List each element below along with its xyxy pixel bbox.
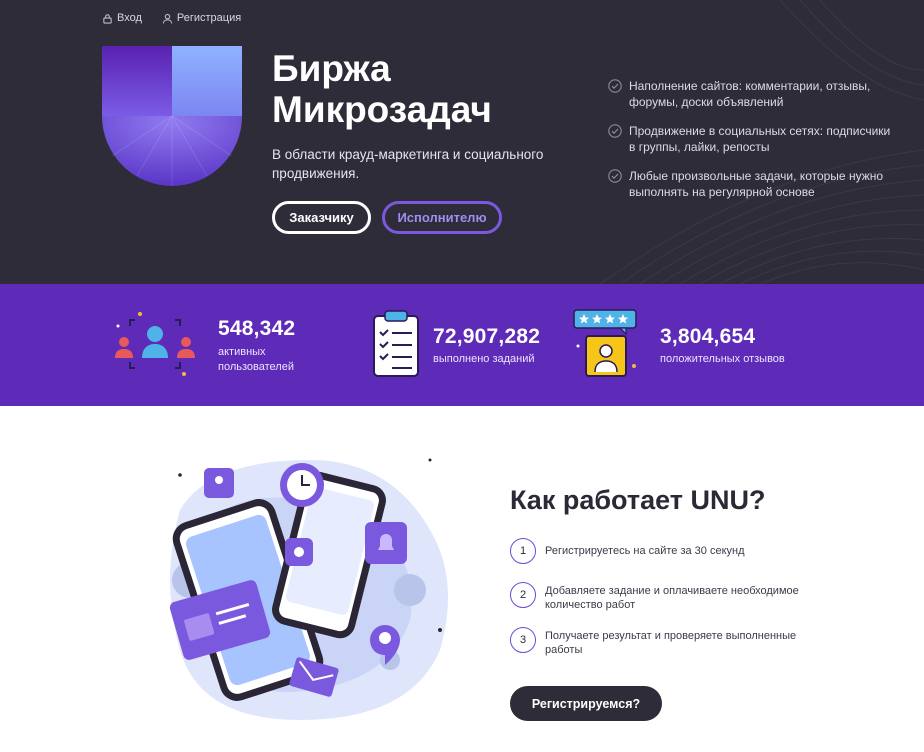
login-link[interactable]: Вход bbox=[102, 12, 142, 24]
feature-item: Наполнение сайтов: комментарии, отзывы, … bbox=[608, 78, 898, 110]
step-number: 1 bbox=[510, 538, 536, 564]
step-item: 2 Добавляете задание и оплачиваете необх… bbox=[510, 582, 830, 612]
unu-logo bbox=[102, 46, 242, 186]
check-circle-icon bbox=[608, 79, 622, 93]
check-circle-icon bbox=[608, 124, 622, 138]
register-link[interactable]: Регистрация bbox=[162, 12, 241, 24]
stat-users-value: 548,342 bbox=[218, 317, 296, 340]
feature-text: Любые произвольные задачи, которые нужно… bbox=[629, 169, 884, 199]
stats-band: 548,342 активных пользователей 72,907,28… bbox=[0, 284, 924, 406]
customer-button[interactable]: Заказчику bbox=[272, 201, 371, 234]
phones-illustration bbox=[169, 458, 448, 720]
step-text: Регистрируетесь на сайте за 30 секунд bbox=[545, 545, 745, 557]
feature-item: Любые произвольные задачи, которые нужно… bbox=[608, 168, 898, 200]
step-number: 3 bbox=[510, 627, 536, 653]
top-nav: Вход Регистрация bbox=[102, 12, 241, 24]
stat-reviews-label: положительных отзывов bbox=[660, 353, 785, 365]
how-it-works-title: Как работает UNU? bbox=[510, 485, 766, 515]
feature-text: Наполнение сайтов: комментарии, отзывы, … bbox=[629, 79, 871, 109]
stat-tasks-label: выполнено заданий bbox=[433, 353, 535, 365]
feature-list: Наполнение сайтов: комментарии, отзывы, … bbox=[608, 78, 898, 213]
title-line1: Биржа bbox=[272, 48, 391, 89]
feature-item: Продвижение в социальных сетях: подписчи… bbox=[608, 123, 898, 155]
login-label: Вход bbox=[117, 12, 142, 24]
step-text: Добавляете задание и оплачиваете необход… bbox=[545, 585, 799, 611]
check-circle-icon bbox=[608, 169, 622, 183]
feature-text: Продвижение в социальных сетях: подписчи… bbox=[629, 124, 891, 154]
hero-subtitle: В области крауд-маркетинга и социального… bbox=[272, 147, 544, 181]
page-title: Биржа Микрозадач bbox=[272, 48, 572, 130]
step-item: 3 Получаете результат и проверяете выпол… bbox=[510, 627, 830, 657]
user-icon bbox=[162, 13, 173, 24]
lock-icon bbox=[103, 13, 112, 24]
stat-reviews-value: 3,804,654 bbox=[660, 325, 756, 348]
hero-section: Вход Регистрация Биржа Микрозадач В обла… bbox=[0, 0, 924, 284]
register-cta-button[interactable]: Регистрируемся? bbox=[510, 686, 662, 721]
step-text: Получаете результат и проверяете выполне… bbox=[545, 630, 797, 656]
stat-tasks-value: 72,907,282 bbox=[433, 325, 541, 348]
rating-icon bbox=[573, 309, 637, 377]
register-label: Регистрация bbox=[176, 12, 242, 24]
stat-users-label: активных пользователей bbox=[218, 346, 294, 373]
step-number: 2 bbox=[510, 582, 536, 608]
step-item: 1 Регистрируетесь на сайте за 30 секунд bbox=[510, 538, 830, 564]
worker-button[interactable]: Исполнителю bbox=[382, 201, 502, 234]
title-line2: Микрозадач bbox=[272, 89, 492, 130]
clipboard-icon bbox=[373, 310, 419, 377]
users-icon bbox=[115, 312, 195, 376]
